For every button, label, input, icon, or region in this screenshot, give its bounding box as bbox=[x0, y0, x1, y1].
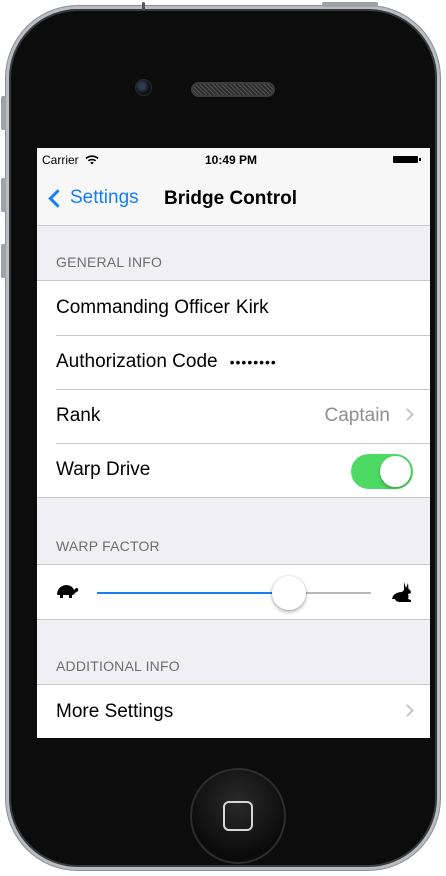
rabbit-icon bbox=[392, 582, 411, 602]
status-bar: Carrier 10:49 PM bbox=[37, 148, 430, 170]
warp-drive-row: Warp Drive bbox=[37, 443, 430, 497]
more-settings-label: More Settings bbox=[56, 701, 174, 722]
volume-down-button bbox=[1, 244, 6, 278]
battery-icon bbox=[393, 156, 421, 163]
rank-label: Rank bbox=[56, 405, 101, 426]
mute-switch bbox=[1, 96, 6, 130]
rank-row[interactable]: Rank Captain bbox=[37, 389, 430, 443]
section-header-general-info: GENERAL INFO bbox=[56, 254, 163, 270]
home-button-square-icon bbox=[223, 801, 253, 831]
chevron-left-icon bbox=[48, 188, 67, 208]
carrier-label: Carrier bbox=[42, 153, 99, 167]
commanding-officer-label: Commanding Officer bbox=[56, 297, 230, 318]
section-header-additional-info: ADDITIONAL INFO bbox=[56, 658, 180, 674]
more-settings-row[interactable]: More Settings bbox=[37, 685, 430, 738]
page-title: Bridge Control bbox=[164, 188, 297, 209]
wifi-icon bbox=[85, 155, 99, 165]
section-header-warp-factor: WARP FACTOR bbox=[56, 538, 160, 554]
slider-track-filled bbox=[97, 592, 289, 594]
navigation-bar: Settings Bridge Control bbox=[37, 170, 430, 226]
front-camera bbox=[135, 79, 152, 96]
status-time: 10:49 PM bbox=[205, 153, 258, 167]
toggle-knob bbox=[380, 456, 411, 487]
warp-drive-toggle[interactable] bbox=[351, 454, 413, 489]
top-edge-mark bbox=[142, 2, 145, 10]
authorization-code-field[interactable]: •••••••• bbox=[230, 354, 277, 370]
commanding-officer-field[interactable]: Kirk bbox=[236, 297, 269, 319]
authorization-code-label: Authorization Code bbox=[56, 351, 218, 372]
warp-factor-group bbox=[37, 564, 430, 620]
turtle-icon bbox=[57, 585, 79, 598]
chevron-right-icon bbox=[401, 704, 414, 717]
earpiece-speaker bbox=[191, 82, 275, 97]
rank-value: Captain bbox=[324, 405, 391, 426]
warp-factor-slider-row bbox=[37, 565, 430, 619]
general-info-group: Commanding Officer Kirk Authorization Co… bbox=[37, 280, 430, 498]
warp-drive-label: Warp Drive bbox=[56, 459, 151, 480]
chevron-right-icon bbox=[401, 408, 414, 421]
warp-factor-slider-thumb[interactable] bbox=[271, 576, 306, 610]
power-button bbox=[322, 2, 378, 7]
home-button[interactable] bbox=[190, 768, 286, 864]
additional-info-group: More Settings bbox=[37, 684, 430, 738]
volume-up-button bbox=[1, 178, 6, 212]
device-screen: Carrier 10:49 PM Settings Bridge Control… bbox=[37, 148, 430, 738]
back-button-label: Settings bbox=[70, 187, 139, 208]
back-button[interactable]: Settings bbox=[45, 187, 139, 209]
authorization-code-row: Authorization Code •••••••• bbox=[37, 335, 430, 389]
commanding-officer-row: Commanding Officer Kirk bbox=[37, 281, 430, 335]
